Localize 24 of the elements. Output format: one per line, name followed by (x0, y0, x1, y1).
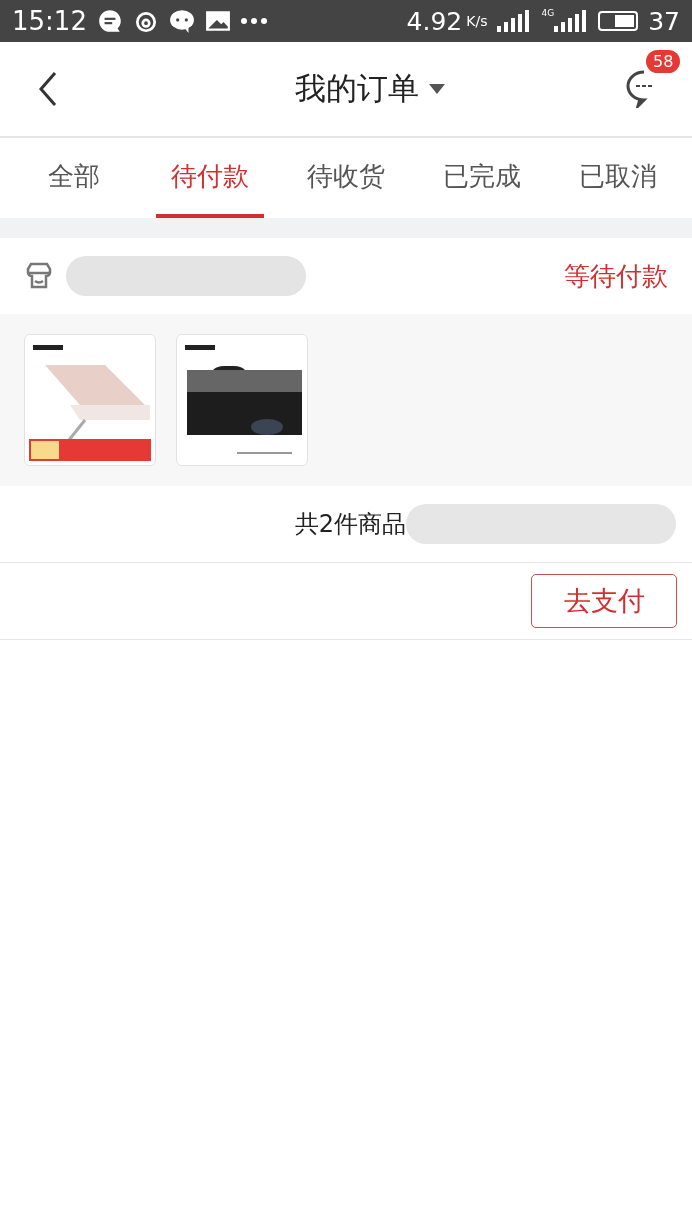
speed-unit: K/s (466, 13, 488, 29)
notification-badge: 58 (646, 50, 681, 73)
page-title[interactable]: 我的订单 (295, 68, 419, 110)
signal-icon (554, 10, 589, 32)
back-icon[interactable] (38, 71, 58, 107)
network-speed: 4.92 (406, 6, 463, 36)
image-icon (204, 8, 231, 34)
message-icon (96, 8, 123, 34)
more-icon (240, 18, 267, 24)
signal-icon (497, 10, 532, 32)
order-tab[interactable]: 已取消 (564, 138, 672, 218)
order-tab[interactable]: 全部 (20, 138, 128, 218)
order-tab[interactable]: 已完成 (428, 138, 536, 218)
pay-button[interactable]: 去支付 (531, 574, 677, 628)
caret-icon[interactable] (429, 84, 445, 94)
store-icon[interactable] (24, 261, 54, 291)
order-tab[interactable]: 待收货 (292, 138, 400, 218)
battery-percent: 37 (648, 6, 680, 36)
clock-time: 15:12 (12, 6, 87, 36)
network-type: 4G (541, 8, 555, 18)
order-summary: 共2件商品 (294, 509, 406, 540)
battery-icon (598, 11, 639, 31)
chat-icon (168, 8, 195, 34)
order-status: 等待付款 (564, 259, 668, 293)
